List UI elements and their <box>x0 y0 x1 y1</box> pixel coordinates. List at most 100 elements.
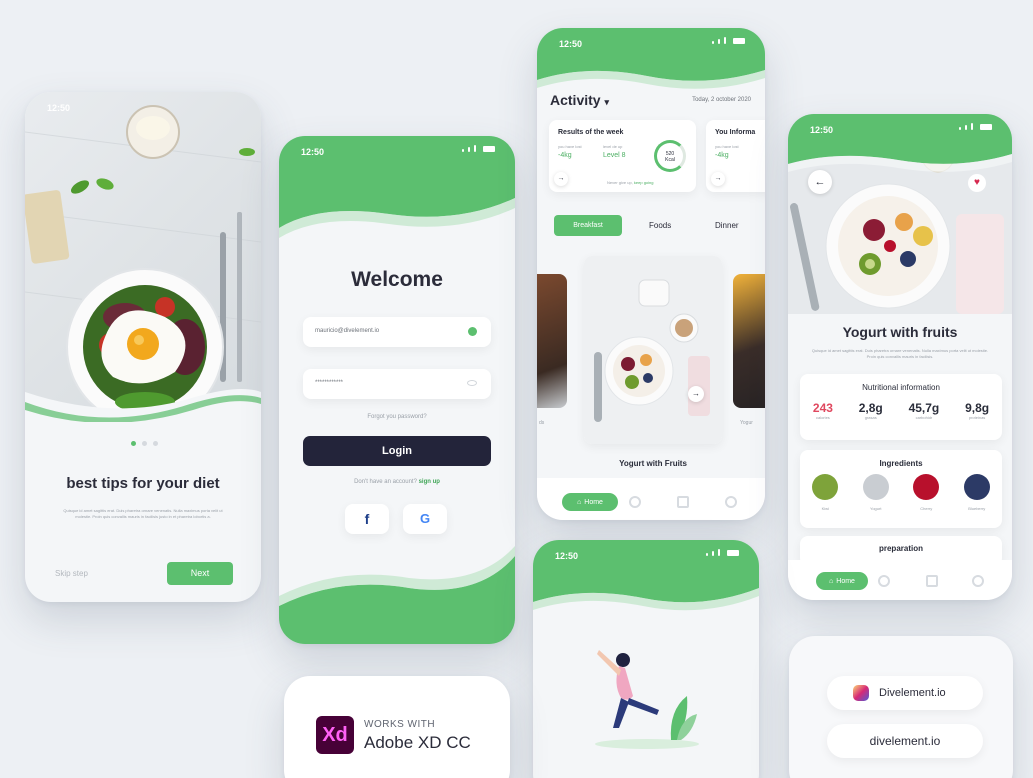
signup-prompt-text: Don't have an account? <box>354 479 417 485</box>
xd-works-with: WORKS WITH <box>364 719 436 730</box>
activity-title[interactable]: Activity ▾ <box>550 92 609 108</box>
keep-going-link[interactable]: keep going <box>634 180 654 185</box>
side-food-card-right[interactable] <box>733 274 765 408</box>
nutrition-value: 2,8g <box>858 401 883 415</box>
ingredient-item[interactable]: Yogurt <box>862 474 889 511</box>
ingredient-item[interactable]: Blueberry <box>963 474 990 511</box>
email-value: mauricio@divelement.io <box>315 328 380 334</box>
forgot-password-link[interactable]: Forgot you password? <box>279 414 515 420</box>
ingredient-name: Blueberry <box>968 506 986 511</box>
ingredient-image <box>963 474 990 500</box>
nutrition-item: 9,8g proteinas <box>965 401 989 420</box>
profile-icon[interactable] <box>629 496 641 508</box>
welcome-title: Welcome <box>351 268 443 291</box>
info-card[interactable]: You Informa you have lost -4kg → <box>706 120 765 192</box>
detail-food-image <box>788 114 1012 314</box>
eye-icon[interactable] <box>467 380 477 386</box>
signal-battery-icon <box>959 123 992 130</box>
favorites-icon[interactable] <box>926 575 938 587</box>
ingredient-image <box>913 474 940 500</box>
tab-foods[interactable]: Foods <box>649 221 671 230</box>
nutrition-item: 2,8g grasas <box>859 401 883 420</box>
arrow-right-icon[interactable]: → <box>554 172 568 186</box>
home-icon: ⌂ <box>577 498 582 506</box>
status-time: 12:50 <box>810 125 834 135</box>
yoga-illustration <box>595 650 699 749</box>
nutrition-label: carbohidr <box>915 415 933 420</box>
nutrition-title: Nutritional information <box>862 383 940 392</box>
side-food-card-left[interactable] <box>537 274 567 408</box>
results-footnote-text: Never give up, <box>607 180 634 185</box>
facebook-button[interactable]: f <box>345 504 389 534</box>
detail-title: Yogurt with fruits <box>842 324 958 340</box>
arrow-right-icon[interactable]: → <box>711 172 725 186</box>
info-caption: you have lost <box>715 144 739 149</box>
onboarding-body: Quisque id amet sagittis erat. Duis phar… <box>63 508 223 519</box>
results-card[interactable]: Results of the week you have lost -4kg l… <box>549 120 696 192</box>
lost-caption: you have lost <box>558 144 582 149</box>
signal-battery-icon <box>706 549 739 556</box>
status-time: 12:50 <box>47 103 71 113</box>
featured-arrow-button[interactable]: → <box>688 386 704 402</box>
level-caption: level de up <box>603 144 623 149</box>
login-button[interactable]: Login <box>303 436 491 466</box>
onboarding-screen: 12:50 best tips for your diet Quisque id… <box>25 92 261 602</box>
xd-badge-card: Xd WORKS WITH Adobe XD CC <box>284 676 510 778</box>
favorite-heart-button[interactable]: ♥ <box>968 174 986 192</box>
ingredient-image <box>862 474 889 500</box>
nav-home-button[interactable]: ⌂ Home <box>562 493 618 511</box>
home-icon: ⌂ <box>829 577 834 585</box>
nutrition-value: 9,8g <box>965 401 990 415</box>
nav-home-label: Home <box>584 498 603 506</box>
xd-logo: Xd <box>316 716 354 754</box>
nutrition-card: Nutritional information 243 calories 2,8g… <box>800 374 1002 440</box>
onboarding-title: best tips for your diet <box>66 475 220 492</box>
chevron-down-icon: ▾ <box>604 97 609 107</box>
settings-icon[interactable] <box>972 575 984 587</box>
google-button[interactable]: G <box>403 504 447 534</box>
nutrition-label: calories <box>816 415 830 420</box>
detail-description: Quisque id amet sagittis erat. Duis phar… <box>811 348 989 359</box>
check-icon <box>468 327 477 336</box>
instagram-link[interactable]: Divelement.io <box>827 676 983 710</box>
ingredients-card: Ingredients Kiwi Yogurt Cherry Blueberry <box>800 450 1002 528</box>
detail-screen: 12:50 ← ♥ Yogurt with fruits Quisque id … <box>788 114 1012 600</box>
ingredient-name: Cherry <box>920 506 933 511</box>
password-field[interactable]: ************ <box>303 369 491 399</box>
nav-home-button[interactable]: ⌂ Home <box>816 572 868 590</box>
signal-battery-icon <box>462 145 495 152</box>
nutrition-label: grasas <box>864 415 877 420</box>
results-card-title: Results of the week <box>558 129 624 136</box>
ingredient-image <box>812 474 839 500</box>
ingredient-item[interactable]: Kiwi <box>812 474 839 511</box>
profile-icon[interactable] <box>878 575 890 587</box>
favorites-icon[interactable] <box>677 496 689 508</box>
links-card: Divelement.io divelement.io <box>789 636 1013 778</box>
signup-prompt: Don't have an account? sign up <box>279 479 515 485</box>
back-button[interactable]: ← <box>808 170 832 194</box>
featured-food-title: Yogurt with Fruits <box>619 459 687 468</box>
settings-icon[interactable] <box>725 496 737 508</box>
lost-value: -4kg <box>558 152 572 159</box>
ingredient-item[interactable]: Cherry <box>913 474 940 511</box>
tab-breakfast[interactable]: Breakfast <box>554 215 622 236</box>
instagram-icon <box>853 685 869 701</box>
skip-button[interactable]: Skip step <box>55 569 88 578</box>
status-time: 12:50 <box>559 39 583 49</box>
nutrition-value: 243 <box>812 401 833 415</box>
instagram-label: Divelement.io <box>879 687 946 699</box>
password-value: ************ <box>315 380 344 386</box>
email-field[interactable]: mauricio@divelement.io <box>303 317 491 347</box>
page-dot <box>153 441 158 446</box>
bottom-nav: ⌂ Home <box>537 478 765 520</box>
tab-dinner[interactable]: Dinner <box>715 221 739 230</box>
next-button[interactable]: Next <box>167 562 233 585</box>
results-footnote: Never give up, keep going <box>607 180 653 185</box>
featured-food-card[interactable]: → Yogurt with Fruits <box>584 256 722 444</box>
ingredient-name: Kiwi <box>821 506 829 511</box>
info-card-title: You Informa <box>715 129 756 136</box>
splash-screen: 12:50 <box>533 540 759 778</box>
signup-link[interactable]: sign up <box>419 479 440 485</box>
activity-date: Today, 2 october 2020 <box>692 97 751 103</box>
website-link[interactable]: divelement.io <box>827 724 983 758</box>
